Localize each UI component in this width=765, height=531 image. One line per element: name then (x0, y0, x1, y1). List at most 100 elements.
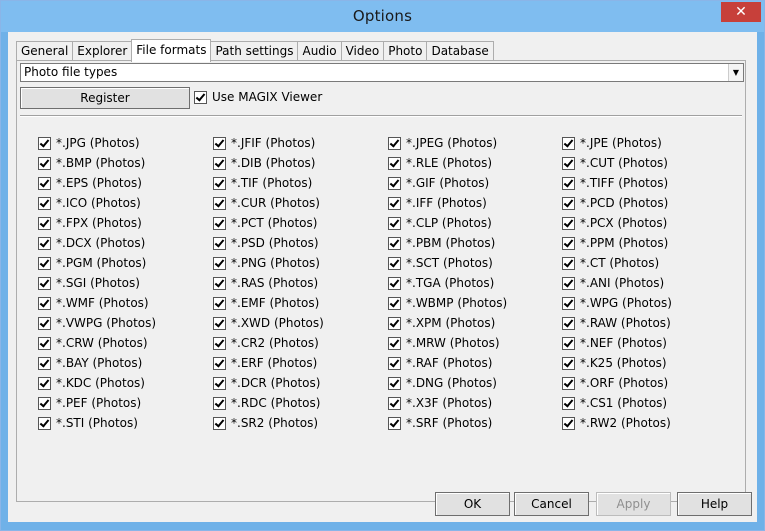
checkbox-checked-icon[interactable] (213, 356, 226, 370)
format-checkbox[interactable]: *.RLE (Photos) (388, 156, 492, 170)
checkbox-checked-icon[interactable] (213, 176, 226, 190)
cancel-button[interactable]: Cancel (514, 492, 589, 516)
format-checkbox[interactable]: *.CRW (Photos) (38, 336, 148, 350)
tab-explorer[interactable]: Explorer (72, 41, 133, 61)
format-checkbox[interactable]: *.DNG (Photos) (388, 376, 497, 390)
checkbox-checked-icon[interactable] (388, 356, 401, 370)
checkbox-checked-icon[interactable] (38, 396, 51, 410)
format-checkbox[interactable]: *.ERF (Photos) (213, 356, 317, 370)
tab-file-formats[interactable]: File formats (131, 39, 212, 62)
checkbox-checked-icon[interactable] (213, 316, 226, 330)
checkbox-checked-icon[interactable] (388, 416, 401, 430)
checkbox-checked-icon[interactable] (213, 236, 226, 250)
format-checkbox[interactable]: *.PEF (Photos) (38, 396, 141, 410)
format-checkbox[interactable]: *.WPG (Photos) (562, 296, 672, 310)
format-checkbox[interactable]: *.CT (Photos) (562, 256, 659, 270)
checkbox-checked-icon[interactable] (38, 276, 51, 290)
checkbox-checked-icon[interactable] (562, 416, 575, 430)
checkbox-checked-icon[interactable] (213, 216, 226, 230)
format-checkbox[interactable]: *.EPS (Photos) (38, 176, 142, 190)
format-checkbox[interactable]: *.VWPG (Photos) (38, 316, 156, 330)
checkbox-checked-icon[interactable] (38, 176, 51, 190)
file-type-select[interactable]: Photo file types ▼ (20, 63, 744, 82)
checkbox-checked-icon[interactable] (38, 236, 51, 250)
checkbox-checked-icon[interactable] (213, 276, 226, 290)
checkbox-checked-icon[interactable] (562, 176, 575, 190)
format-checkbox[interactable]: *.MRW (Photos) (388, 336, 500, 350)
format-checkbox[interactable]: *.JPEG (Photos) (388, 136, 497, 150)
checkbox-checked-icon[interactable] (213, 416, 226, 430)
format-checkbox[interactable]: *.NEF (Photos) (562, 336, 667, 350)
format-checkbox[interactable]: *.X3F (Photos) (388, 396, 492, 410)
format-checkbox[interactable]: *.RAS (Photos) (213, 276, 318, 290)
checkbox-checked-icon[interactable] (562, 156, 575, 170)
format-checkbox[interactable]: *.SRF (Photos) (388, 416, 492, 430)
format-checkbox[interactable]: *.STI (Photos) (38, 416, 138, 430)
format-checkbox[interactable]: *.ORF (Photos) (562, 376, 668, 390)
checkbox-checked-icon[interactable] (194, 90, 207, 104)
tab-photo[interactable]: Photo (383, 41, 428, 61)
format-checkbox[interactable]: *.SGI (Photos) (38, 276, 140, 290)
checkbox-checked-icon[interactable] (388, 396, 401, 410)
checkbox-checked-icon[interactable] (562, 276, 575, 290)
format-checkbox[interactable]: *.IFF (Photos) (388, 196, 487, 210)
checkbox-checked-icon[interactable] (388, 296, 401, 310)
checkbox-checked-icon[interactable] (562, 216, 575, 230)
format-checkbox[interactable]: *.PNG (Photos) (213, 256, 320, 270)
checkbox-checked-icon[interactable] (388, 216, 401, 230)
format-checkbox[interactable]: *.GIF (Photos) (388, 176, 489, 190)
ok-button[interactable]: OK (435, 492, 510, 516)
checkbox-checked-icon[interactable] (388, 316, 401, 330)
checkbox-checked-icon[interactable] (213, 376, 226, 390)
format-checkbox[interactable]: *.RAW (Photos) (562, 316, 671, 330)
checkbox-checked-icon[interactable] (562, 396, 575, 410)
checkbox-checked-icon[interactable] (213, 396, 226, 410)
checkbox-checked-icon[interactable] (388, 376, 401, 390)
checkbox-checked-icon[interactable] (213, 256, 226, 270)
tab-audio[interactable]: Audio (297, 41, 342, 61)
format-checkbox[interactable]: *.PPM (Photos) (562, 236, 668, 250)
format-checkbox[interactable]: *.CLP (Photos) (388, 216, 492, 230)
checkbox-checked-icon[interactable] (562, 296, 575, 310)
format-checkbox[interactable]: *.XPM (Photos) (388, 316, 495, 330)
checkbox-checked-icon[interactable] (562, 196, 575, 210)
checkbox-checked-icon[interactable] (562, 236, 575, 250)
checkbox-checked-icon[interactable] (213, 196, 226, 210)
format-checkbox[interactable]: *.FPX (Photos) (38, 216, 142, 230)
format-checkbox[interactable]: *.TGA (Photos) (388, 276, 494, 290)
checkbox-checked-icon[interactable] (388, 136, 401, 150)
help-button[interactable]: Help (677, 492, 752, 516)
format-checkbox[interactable]: *.BMP (Photos) (38, 156, 145, 170)
checkbox-checked-icon[interactable] (388, 236, 401, 250)
checkbox-checked-icon[interactable] (562, 336, 575, 350)
register-button[interactable]: Register (20, 87, 190, 109)
use-magix-viewer-checkbox[interactable]: Use MAGIX Viewer (194, 90, 322, 104)
format-checkbox[interactable]: *.ANI (Photos) (562, 276, 664, 290)
checkbox-checked-icon[interactable] (38, 216, 51, 230)
checkbox-checked-icon[interactable] (388, 336, 401, 350)
checkbox-checked-icon[interactable] (388, 276, 401, 290)
checkbox-checked-icon[interactable] (562, 136, 575, 150)
format-checkbox[interactable]: *.EMF (Photos) (213, 296, 319, 310)
checkbox-checked-icon[interactable] (38, 296, 51, 310)
tab-general[interactable]: General (16, 41, 74, 61)
format-checkbox[interactable]: *.PCD (Photos) (562, 196, 668, 210)
checkbox-checked-icon[interactable] (38, 136, 51, 150)
checkbox-checked-icon[interactable] (388, 176, 401, 190)
checkbox-checked-icon[interactable] (38, 376, 51, 390)
format-checkbox[interactable]: *.WBMP (Photos) (388, 296, 507, 310)
checkbox-checked-icon[interactable] (213, 136, 226, 150)
format-checkbox[interactable]: *.DIB (Photos) (213, 156, 316, 170)
checkbox-checked-icon[interactable] (388, 256, 401, 270)
checkbox-checked-icon[interactable] (213, 296, 226, 310)
checkbox-checked-icon[interactable] (562, 356, 575, 370)
checkbox-checked-icon[interactable] (38, 196, 51, 210)
format-checkbox[interactable]: *.SCT (Photos) (388, 256, 493, 270)
checkbox-checked-icon[interactable] (38, 156, 51, 170)
format-checkbox[interactable]: *.K25 (Photos) (562, 356, 667, 370)
checkbox-checked-icon[interactable] (38, 416, 51, 430)
format-checkbox[interactable]: *.DCR (Photos) (213, 376, 320, 390)
format-checkbox[interactable]: *.PSD (Photos) (213, 236, 319, 250)
format-checkbox[interactable]: *.JPG (Photos) (38, 136, 140, 150)
checkbox-checked-icon[interactable] (562, 256, 575, 270)
